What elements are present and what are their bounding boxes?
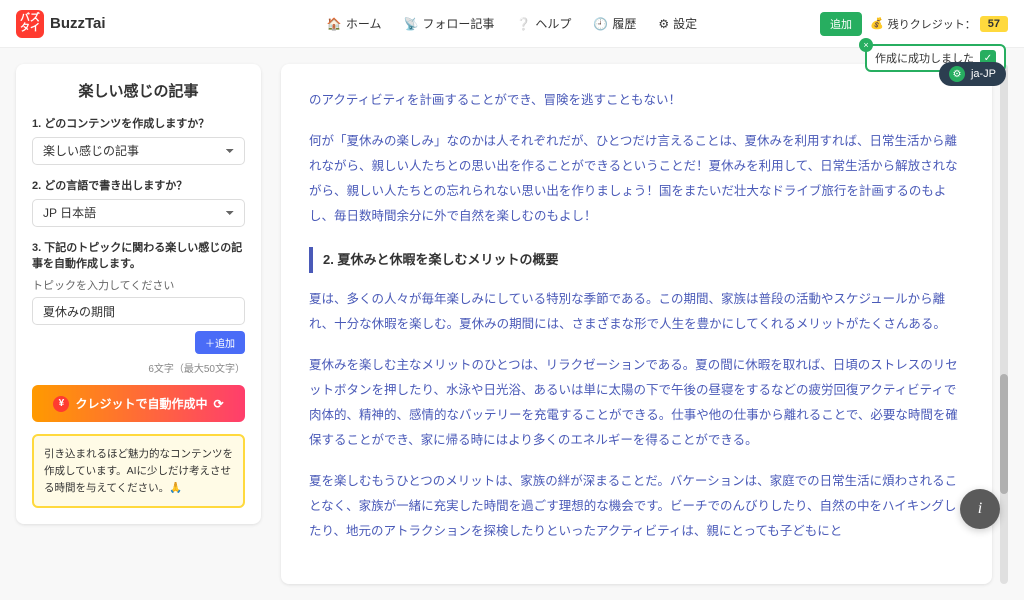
scroll-thumb[interactable] bbox=[1000, 374, 1008, 494]
paragraph: 何が「夏休みの楽しみ」なのかは人それぞれだが、ひとつだけ言えることは、夏休みを利… bbox=[309, 129, 964, 229]
nav-home[interactable]: 🏠 ホーム bbox=[327, 15, 382, 32]
paragraph: 夏休みを楽しむ主なメリットのひとつは、リラクゼーションである。夏の間に休暇を取れ… bbox=[309, 353, 964, 453]
section-heading: 2. 夏休みと休暇を楽しむメリットの概要 bbox=[309, 247, 964, 273]
coin-icon: ¥ bbox=[53, 396, 69, 412]
info-fab[interactable]: i bbox=[960, 489, 1000, 529]
close-icon[interactable]: × bbox=[859, 38, 873, 52]
paragraph: 夏は、多くの人々が毎年楽しみにしている特別な季節である。この期間、家族は普段の活… bbox=[309, 287, 964, 337]
header-right: 追加 💰 残りクレジット： 57 bbox=[820, 12, 1008, 36]
info-box: 引き込まれるほど魅力的なコンテンツを作成しています。AIに少しだけ考えさせる時間… bbox=[32, 434, 245, 508]
wallet-icon: 💰 bbox=[870, 17, 884, 30]
q1-label: 1. どのコンテンツを作成しますか？ bbox=[32, 115, 245, 131]
add-topic-button[interactable]: ＋追加 bbox=[195, 331, 245, 354]
form-card: 楽しい感じの記事 1. どのコンテンツを作成しますか？ 楽しい感じの記事 2. … bbox=[16, 64, 261, 524]
nav-settings-label: 設定 bbox=[673, 15, 697, 32]
credit-value: 57 bbox=[980, 16, 1008, 32]
generate-button[interactable]: ¥ クレジットで自動作成中 ⟳ bbox=[32, 385, 245, 422]
q3-label: 3. 下記のトピックに関わる楽しい感じの記事を自動作成します。 bbox=[32, 239, 245, 271]
nav-home-label: ホーム bbox=[346, 15, 382, 32]
generate-label: クレジットで自動作成中 bbox=[75, 395, 207, 412]
nav-history-label: 履歴 bbox=[612, 15, 636, 32]
nav-follow[interactable]: 📡 フォロー記事 bbox=[403, 15, 494, 32]
gear-icon: ⚙ bbox=[949, 66, 965, 82]
logo-badge: バズ タイ bbox=[16, 10, 44, 38]
nav-settings[interactable]: ⚙ 設定 bbox=[658, 15, 697, 32]
nav-follow-label: フォロー記事 bbox=[422, 15, 494, 32]
logo[interactable]: バズ タイ BuzzTai bbox=[16, 10, 106, 38]
article-content: のアクティビティを計画することができ、冒険を逃すこともない！ 何が「夏休みの楽し… bbox=[281, 64, 992, 584]
nav-help[interactable]: ❔ ヘルプ bbox=[516, 15, 571, 32]
language-badge[interactable]: ⚙ ja-JP bbox=[939, 62, 1006, 86]
content-type-select[interactable]: 楽しい感じの記事 bbox=[32, 137, 245, 165]
scrollbar[interactable] bbox=[1000, 64, 1008, 584]
paragraph: 夏を楽しむもうひとつのメリットは、家族の絆が深まることだ。バケーションは、家庭で… bbox=[309, 469, 964, 544]
help-icon: ❔ bbox=[516, 17, 531, 31]
home-icon: 🏠 bbox=[327, 17, 342, 31]
nav: 🏠 ホーム 📡 フォロー記事 ❔ ヘルプ 🕘 履歴 ⚙ 設定 bbox=[327, 15, 697, 32]
loading-icon: ⟳ bbox=[213, 397, 223, 411]
credit-label: 💰 残りクレジット： 57 bbox=[870, 16, 1008, 32]
credit-text: 残りクレジット： bbox=[888, 16, 976, 32]
language-select[interactable]: JP 日本語 bbox=[32, 199, 245, 227]
nav-history[interactable]: 🕘 履歴 bbox=[593, 15, 636, 32]
lang-code: ja-JP bbox=[971, 68, 996, 80]
q2-label: 2. どの言語で書き出しますか？ bbox=[32, 177, 245, 193]
gear-icon: ⚙ bbox=[658, 17, 669, 31]
main: 楽しい感じの記事 1. どのコンテンツを作成しますか？ 楽しい感じの記事 2. … bbox=[0, 48, 1024, 600]
paragraph: のアクティビティを計画することができ、冒険を逃すこともない！ bbox=[309, 88, 964, 113]
brand-name: BuzzTai bbox=[50, 15, 106, 32]
form-title: 楽しい感じの記事 bbox=[32, 80, 245, 101]
topic-placeholder-label: トピックを入力してください bbox=[32, 277, 245, 293]
nav-help-label: ヘルプ bbox=[535, 15, 571, 32]
char-count: 6文字（最大50文字） bbox=[32, 360, 245, 375]
history-icon: 🕘 bbox=[593, 17, 608, 31]
add-button[interactable]: 追加 bbox=[820, 12, 862, 36]
topic-input[interactable] bbox=[32, 297, 245, 325]
content-wrap: のアクティビティを計画することができ、冒険を逃すこともない！ 何が「夏休みの楽し… bbox=[281, 64, 1008, 584]
rss-icon: 📡 bbox=[403, 17, 418, 31]
